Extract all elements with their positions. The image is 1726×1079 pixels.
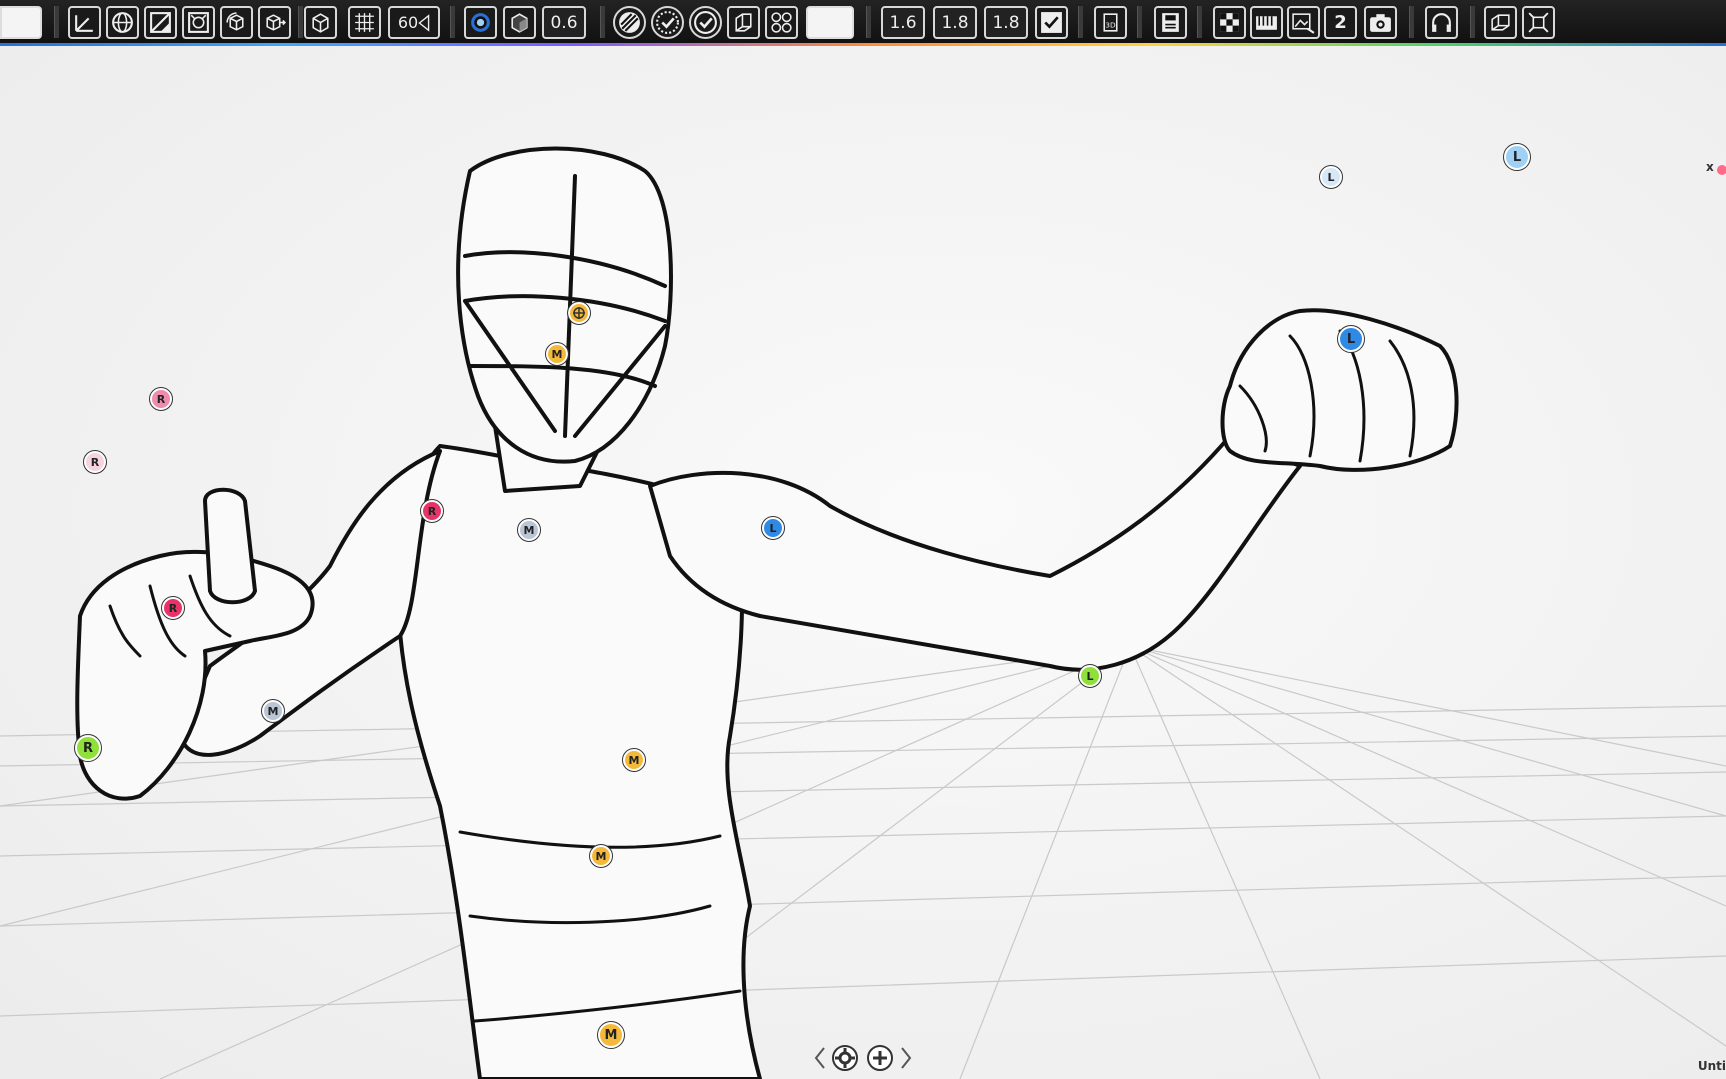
line-width-2[interactable]: 1.8 xyxy=(933,6,977,39)
line-check-icon[interactable] xyxy=(1035,6,1068,39)
image-edit-icon[interactable] xyxy=(1287,6,1320,39)
settings-gear-icon[interactable] xyxy=(830,1043,860,1077)
pose-handle-r[interactable]: R xyxy=(149,387,173,411)
prev-arrow-icon[interactable] xyxy=(814,1046,826,1074)
shaded-box-icon[interactable] xyxy=(503,6,536,39)
pose-handle-m[interactable]: M xyxy=(545,342,569,366)
floor-grid-icon[interactable] xyxy=(348,6,381,39)
add-plus-icon[interactable] xyxy=(865,1043,895,1077)
pose-handle-r[interactable]: R xyxy=(83,450,107,474)
axis-gizmo-icon[interactable] xyxy=(68,6,101,39)
toolbar-separator xyxy=(1197,6,1202,38)
dotted-check-icon[interactable] xyxy=(651,6,684,39)
fov-value: 60 xyxy=(397,13,419,32)
toolbar-separator xyxy=(866,6,871,38)
close-label[interactable]: x xyxy=(1706,160,1714,174)
pose-handle-m[interactable]: M xyxy=(261,699,285,723)
panel-icon[interactable] xyxy=(727,6,760,39)
pose-handle-l[interactable]: L xyxy=(1337,325,1365,353)
pose-handle-r[interactable]: R xyxy=(74,734,102,762)
save-icon[interactable] xyxy=(1154,6,1187,39)
target-icon[interactable] xyxy=(464,6,497,39)
next-arrow-icon[interactable] xyxy=(900,1046,912,1074)
toolbar-separator xyxy=(1409,6,1414,38)
headphones-icon[interactable] xyxy=(1425,6,1458,39)
camera-slot-button[interactable]: 2 xyxy=(1324,6,1357,39)
toolbar-separator xyxy=(1470,6,1475,38)
color-swatch[interactable] xyxy=(0,6,42,39)
pose-handle-m[interactable]: M xyxy=(622,748,646,772)
pose-handle-m[interactable]: M xyxy=(517,518,541,542)
cube-numbered-icon[interactable] xyxy=(1484,6,1517,39)
pose-handle-r[interactable]: R xyxy=(420,499,444,523)
hatch-icon[interactable] xyxy=(613,6,646,39)
perspective-icon[interactable] xyxy=(144,6,177,39)
line-width-3[interactable]: 1.8 xyxy=(984,6,1028,39)
pose-handle-m[interactable]: M xyxy=(589,844,613,868)
pose-handle-r[interactable]: R xyxy=(161,596,185,620)
check-circle-icon[interactable] xyxy=(689,6,722,39)
cube-move-icon[interactable] xyxy=(258,6,291,39)
keyboard-icon[interactable] xyxy=(1250,6,1283,39)
camera-icon[interactable] xyxy=(1364,6,1397,39)
toolbar-separator xyxy=(298,6,303,38)
fov-camera-button[interactable]: 60 xyxy=(388,6,440,39)
background-color-swatch[interactable] xyxy=(806,6,854,39)
pose-handle-m[interactable]: M xyxy=(597,1021,625,1049)
toolbar-separator xyxy=(1137,6,1142,38)
toolbar-separator xyxy=(450,6,455,38)
toolbar-separator xyxy=(600,6,605,38)
camera-slot-number: 2 xyxy=(1334,12,1347,33)
view-3d-button[interactable]: 3D xyxy=(1094,6,1127,39)
fit-view-icon[interactable] xyxy=(1522,6,1555,39)
cube-rotate-icon[interactable] xyxy=(220,6,253,39)
toolbar-separator xyxy=(1078,6,1083,38)
pose-handle-l[interactable]: L xyxy=(1078,664,1102,688)
pose-handle-l[interactable]: L xyxy=(1319,165,1343,189)
document-name: Unti xyxy=(1697,1059,1726,1073)
top-toolbar: 60 0.6 1.6 1.8 1.8 3D 2 xyxy=(0,0,1726,46)
pose-scene xyxy=(0,46,1726,1079)
pose-handle-l[interactable]: L xyxy=(1503,143,1531,171)
box-icon[interactable] xyxy=(304,6,337,39)
view-3d-label: 3D xyxy=(1105,21,1116,30)
index-finger xyxy=(203,487,257,605)
sphere-grid-icon[interactable] xyxy=(106,6,139,39)
pose-set-icon[interactable] xyxy=(765,6,798,39)
camera-frame-icon[interactable] xyxy=(182,6,215,39)
opacity-value[interactable]: 0.6 xyxy=(542,6,586,39)
line-width-1[interactable]: 1.6 xyxy=(881,6,925,39)
3d-viewport[interactable]: R R R R R M M M M M M L L L L L x Unti xyxy=(0,46,1726,1079)
close-indicator xyxy=(1717,165,1726,175)
pose-handle-center[interactable] xyxy=(567,301,591,325)
checkerboard-icon[interactable] xyxy=(1213,6,1246,39)
toolbar-separator xyxy=(54,6,59,38)
pose-handle-l[interactable]: L xyxy=(761,516,785,540)
